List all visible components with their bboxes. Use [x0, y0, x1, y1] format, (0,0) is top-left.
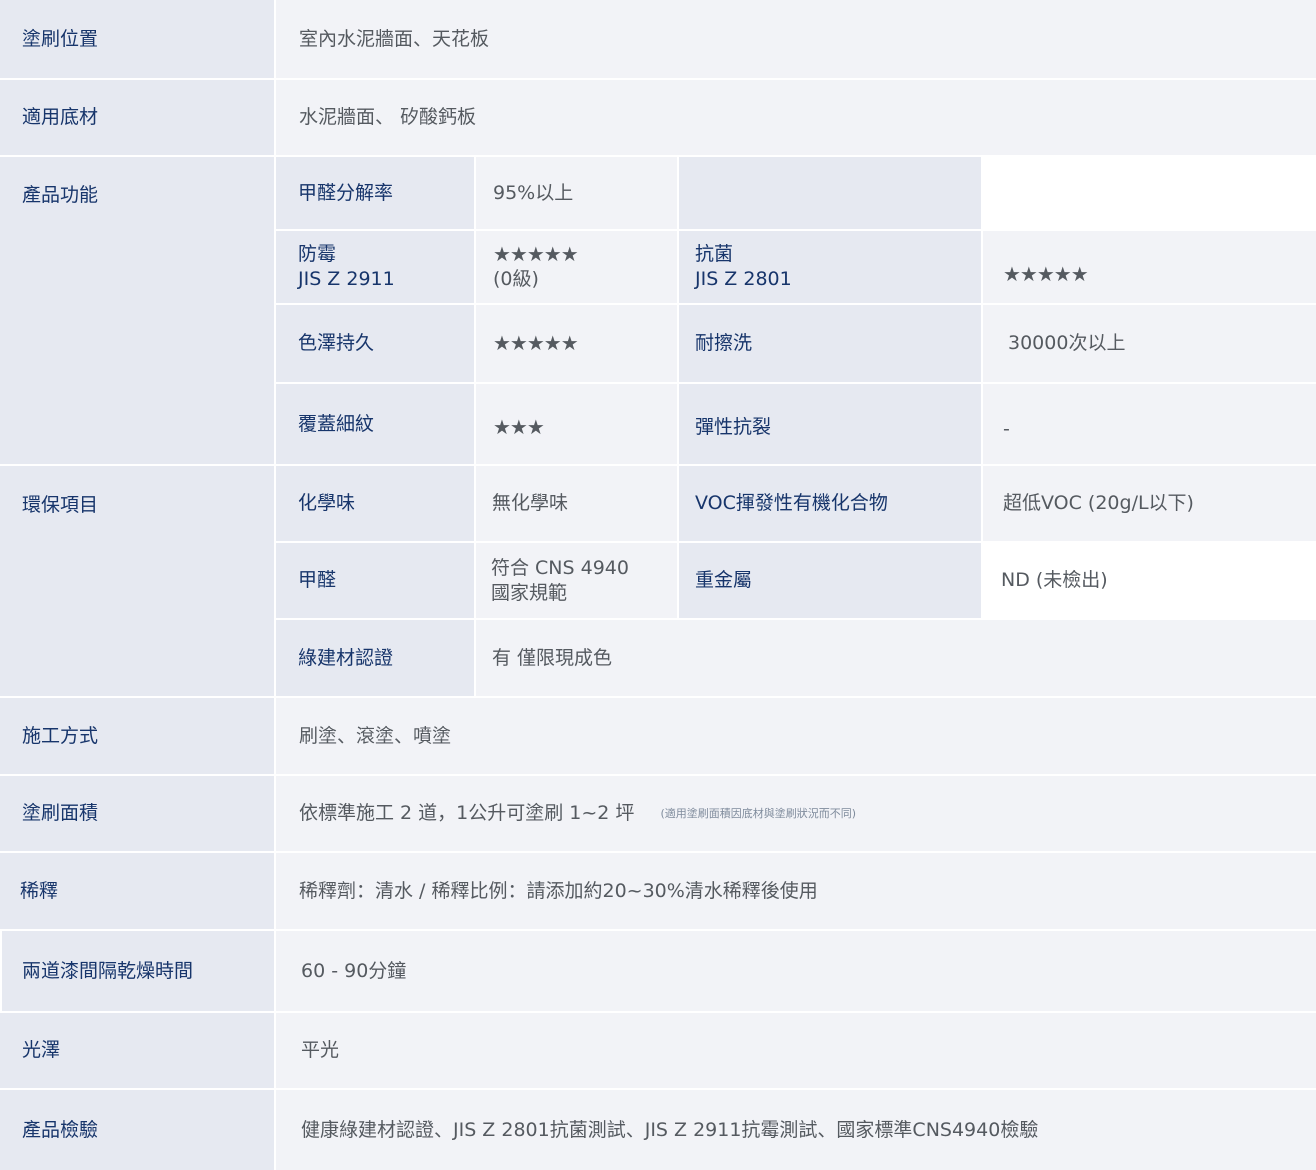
coverage-note: (適用塗刷面積因底材與塗刷狀況而不同)	[660, 807, 857, 820]
row-label-coverage: 塗刷面積	[0, 776, 274, 851]
row-label-position: 塗刷位置	[0, 0, 274, 78]
func-value-elastic: -	[983, 384, 1316, 464]
env-value-heavy-metal: ND (未檢出)	[983, 543, 1316, 618]
func-label-formaldehyde-rate: 甲醛分解率	[276, 157, 474, 229]
row-value-testing: 健康綠建材認證、JIS Z 2801抗菌測試、JIS Z 2911抗霉測試、國家…	[276, 1090, 1316, 1170]
coverage-text: 依標準施工 2 道，1公升可塗刷 1~2 坪	[299, 802, 635, 824]
env-value-formaldehyde: 符合 CNS 4940 國家規範	[476, 543, 677, 618]
func-label-empty	[679, 157, 981, 229]
env-value-green: 有 僅限現成色	[476, 620, 1316, 696]
func-value-scrub: 30000次以上	[983, 305, 1316, 382]
row-label-testing: 產品檢驗	[0, 1090, 274, 1170]
func-label-mold-line1: 防霉	[298, 243, 337, 265]
row-label-functions: 產品功能	[0, 157, 274, 464]
func-label-elastic: 彈性抗裂	[679, 384, 981, 464]
env-label-formaldehyde: 甲醛	[276, 543, 474, 618]
env-label-odor: 化學味	[276, 466, 474, 541]
row-label-gloss: 光澤	[0, 1013, 274, 1088]
row-label-dilution: 稀釋	[0, 853, 274, 929]
row-label-recoat: 兩道漆間隔乾燥時間	[2, 931, 274, 1011]
spec-table: 塗刷位置 室內水泥牆面、天花板 適用底材 水泥牆面、 矽酸鈣板 產品功能 甲醛分…	[0, 0, 1316, 1170]
row-label-method: 施工方式	[0, 698, 274, 774]
env-label-voc: VOC揮發性有機化合物	[679, 466, 981, 541]
row-value-recoat: 60 - 90分鐘	[276, 931, 1316, 1011]
row-value-dilution: 稀釋劑：清水 / 稀釋比例：請添加約20~30%清水稀釋後使用	[276, 853, 1316, 929]
row-value-coverage: 依標準施工 2 道，1公升可塗刷 1~2 坪 (適用塗刷面積因底材與塗刷狀況而不…	[276, 776, 1316, 851]
env-label-green: 綠建材認證	[276, 620, 474, 696]
func-label-color-retention: 色澤持久	[276, 305, 474, 382]
func-label-crack-cover: 覆蓋細紋	[276, 384, 474, 464]
env-value-voc: 超低VOC (20g/L以下)	[983, 466, 1316, 541]
env-value-formaldehyde-line1: 符合 CNS 4940	[491, 556, 629, 579]
row-value-method: 刷塗、滾塗、噴塗	[276, 698, 1316, 774]
func-value-empty	[983, 157, 1316, 229]
env-label-heavy-metal: 重金屬	[679, 543, 981, 618]
func-value-antibacterial: ★★★★★	[983, 231, 1316, 303]
func-label-scrub: 耐擦洗	[679, 305, 981, 382]
row-label-environment: 環保項目	[0, 466, 274, 696]
env-value-odor: 無化學味	[476, 466, 677, 541]
row-label-substrate: 適用底材	[0, 80, 274, 155]
func-value-formaldehyde-rate: 95%以上	[476, 157, 677, 229]
row-value-substrate: 水泥牆面、 矽酸鈣板	[276, 80, 1316, 155]
mold-grade: (0級)	[493, 268, 539, 290]
env-value-formaldehyde-line2: 國家規範	[491, 581, 568, 604]
crack-cover-rating-stars: ★★★	[476, 384, 677, 464]
func-label-mold: 防霉 JIS Z 2911	[276, 231, 474, 303]
func-label-antibacterial-line2: JIS Z 2801	[695, 268, 792, 290]
func-label-mold-line2: JIS Z 2911	[298, 268, 395, 290]
mold-rating-stars: ★★★★★	[493, 242, 579, 266]
row-value-position: 室內水泥牆面、天花板	[276, 0, 1316, 78]
func-label-antibacterial-line1: 抗菌	[695, 243, 734, 265]
color-retention-rating-stars: ★★★★★	[476, 305, 677, 382]
func-label-antibacterial: 抗菌 JIS Z 2801	[679, 231, 981, 303]
func-value-mold: ★★★★★ (0級)	[476, 231, 677, 303]
row-value-gloss: 平光	[276, 1013, 1316, 1088]
antibacterial-rating-stars: ★★★★★	[1003, 261, 1089, 286]
